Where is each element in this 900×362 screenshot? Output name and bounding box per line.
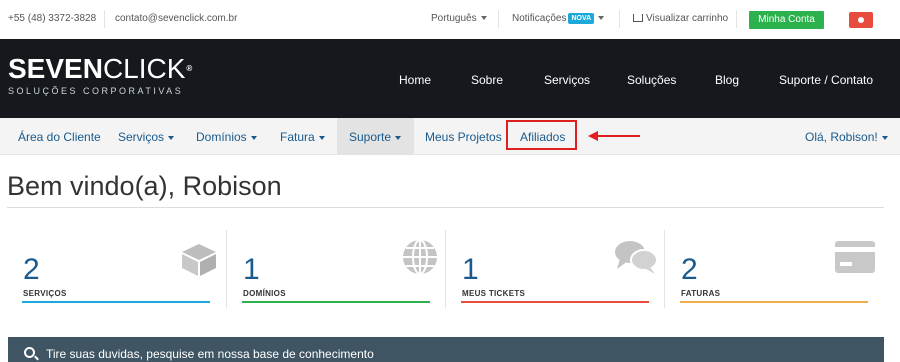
- annotation-arrow-line: [596, 135, 640, 137]
- stat-value: 2: [681, 253, 698, 286]
- client-nav-label: Fatura: [280, 130, 315, 144]
- notifications-label: Notificações: [512, 13, 567, 24]
- chevron-down-icon: [395, 135, 402, 140]
- power-icon[interactable]: [849, 12, 873, 28]
- client-nav-area-do-cliente[interactable]: Área do Cliente: [18, 130, 101, 144]
- divider: [736, 10, 737, 28]
- chevron-down-icon: [480, 16, 487, 21]
- logo-thin-text: CLICK: [102, 53, 186, 84]
- logo[interactable]: SEVENCLICK® SOLUÇÕES CORPORATIVAS: [8, 53, 193, 97]
- client-nav-fatura[interactable]: Fatura: [280, 130, 325, 144]
- site-header: SEVENCLICK® SOLUÇÕES CORPORATIVAS Home S…: [0, 39, 900, 118]
- search-icon: [24, 347, 35, 358]
- stat-value: 1: [462, 253, 479, 286]
- divider: [619, 10, 620, 28]
- nav-home[interactable]: Home: [399, 73, 431, 87]
- chevron-down-icon: [318, 135, 325, 140]
- stat-underline: [461, 301, 649, 303]
- chat-icon: [615, 241, 658, 274]
- globe-icon: [403, 239, 437, 275]
- language-selector[interactable]: Português: [431, 13, 487, 24]
- stat-label: MEUS TICKETS: [462, 289, 526, 298]
- divider: [498, 10, 499, 28]
- annotation-highlight-box: [506, 120, 577, 150]
- stat-value: 1: [243, 253, 260, 286]
- stat-value: 2: [23, 253, 40, 286]
- nav-suporte-contato[interactable]: Suporte / Contato: [779, 73, 873, 87]
- divider: [664, 230, 665, 308]
- nav-blog[interactable]: Blog: [715, 73, 739, 87]
- client-nav-label: Serviços: [118, 130, 165, 144]
- cart-icon: [633, 14, 643, 22]
- client-nav-label: Suporte: [349, 130, 392, 144]
- credit-card-icon: [835, 241, 875, 273]
- user-greeting: Olá, Robison!: [805, 130, 878, 144]
- client-nav-servicos[interactable]: Serviços: [118, 130, 175, 144]
- new-badge: NOVA: [568, 13, 595, 24]
- top-bar: +55 (48) 3372-3828 contato@sevenclick.co…: [0, 0, 900, 39]
- cart-label: Visualizar carrinho: [646, 13, 729, 24]
- page-title: Bem vindo(a), Robison: [7, 171, 282, 201]
- client-nav-suporte[interactable]: Suporte: [349, 130, 402, 144]
- contact-email[interactable]: contato@sevenclick.com.br: [115, 13, 237, 24]
- client-area-nav: Área do Cliente Serviços Domínios Fatura…: [0, 118, 900, 155]
- notifications-menu[interactable]: Notificações NOVA: [512, 13, 605, 24]
- client-nav-label: Domínios: [196, 130, 247, 144]
- user-menu[interactable]: Olá, Robison!: [805, 130, 888, 144]
- client-nav-meus-projetos[interactable]: Meus Projetos: [425, 130, 502, 144]
- chevron-down-icon: [168, 135, 175, 140]
- client-nav-dominios[interactable]: Domínios: [196, 130, 257, 144]
- phone-number: +55 (48) 3372-3828: [8, 13, 97, 24]
- view-cart-link[interactable]: Visualizar carrinho: [633, 13, 728, 24]
- nav-sobre[interactable]: Sobre: [471, 73, 503, 87]
- stat-underline: [242, 301, 430, 303]
- logo-bold-text: SEVEN: [8, 53, 103, 84]
- stat-label: SERVIÇOS: [23, 289, 67, 298]
- language-label: Português: [431, 13, 477, 24]
- divider: [226, 230, 227, 308]
- chevron-down-icon: [881, 135, 888, 140]
- my-account-button[interactable]: Minha Conta: [749, 11, 824, 29]
- chevron-down-icon: [598, 16, 605, 21]
- title-divider: [7, 207, 884, 208]
- knowledgebase-search-bar[interactable]: Tire suas duvidas, pesquise em nossa bas…: [8, 337, 884, 362]
- stat-underline: [22, 301, 210, 303]
- stat-underline: [680, 301, 868, 303]
- divider: [445, 230, 446, 308]
- stat-label: DOMÍNIOS: [243, 289, 286, 298]
- chevron-down-icon: [250, 135, 257, 140]
- stat-label: FATURAS: [681, 289, 721, 298]
- nav-solucoes[interactable]: Soluções: [627, 73, 676, 87]
- box-icon: [182, 244, 216, 276]
- divider: [104, 10, 105, 28]
- logo-tagline: SOLUÇÕES CORPORATIVAS: [8, 86, 184, 96]
- registered-mark: ®: [186, 64, 193, 73]
- nav-servicos[interactable]: Serviços: [544, 73, 590, 87]
- knowledgebase-prompt: Tire suas duvidas, pesquise em nossa bas…: [46, 347, 374, 361]
